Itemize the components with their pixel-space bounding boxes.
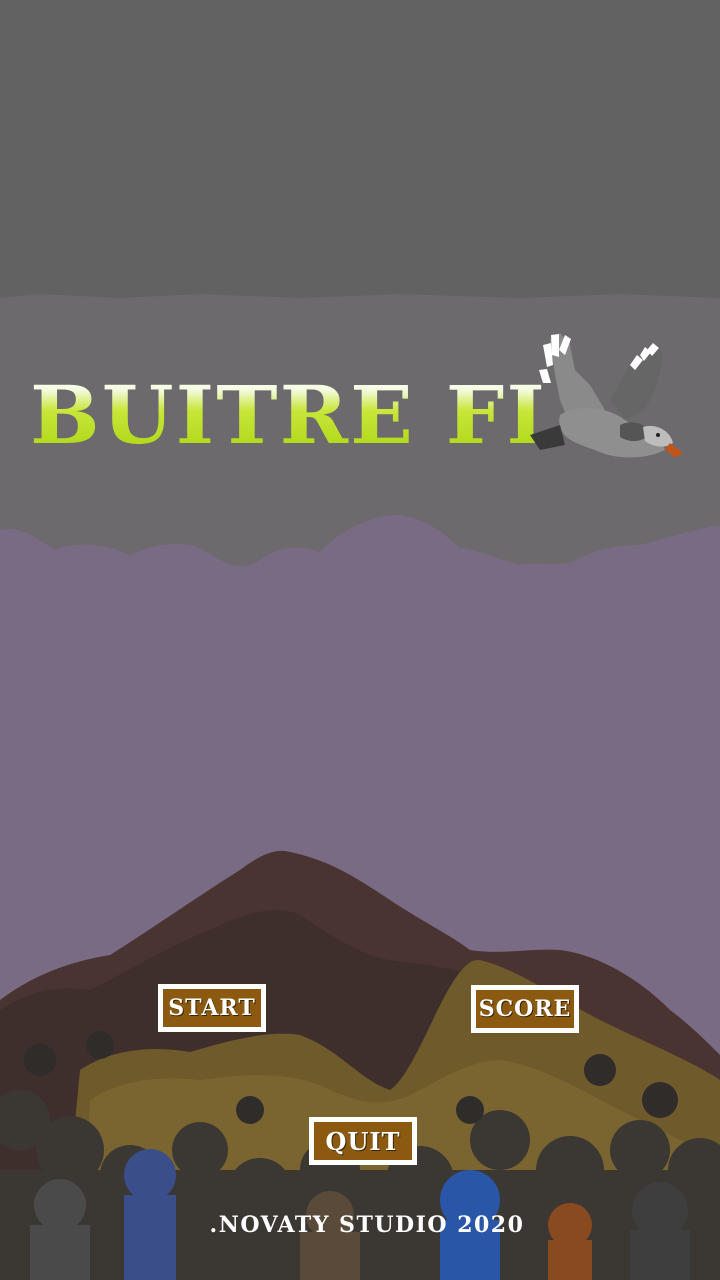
start-button[interactable]: START — [158, 984, 266, 1032]
score-button[interactable]: SCORE — [471, 985, 579, 1033]
background-scene — [0, 0, 720, 1280]
game-title: BUITRE FLY — [30, 368, 622, 462]
studio-credit: .NOVATY STUDIO 2020 — [209, 1212, 525, 1238]
vulture-icon — [530, 333, 683, 458]
quit-button[interactable]: QUIT — [309, 1117, 417, 1165]
